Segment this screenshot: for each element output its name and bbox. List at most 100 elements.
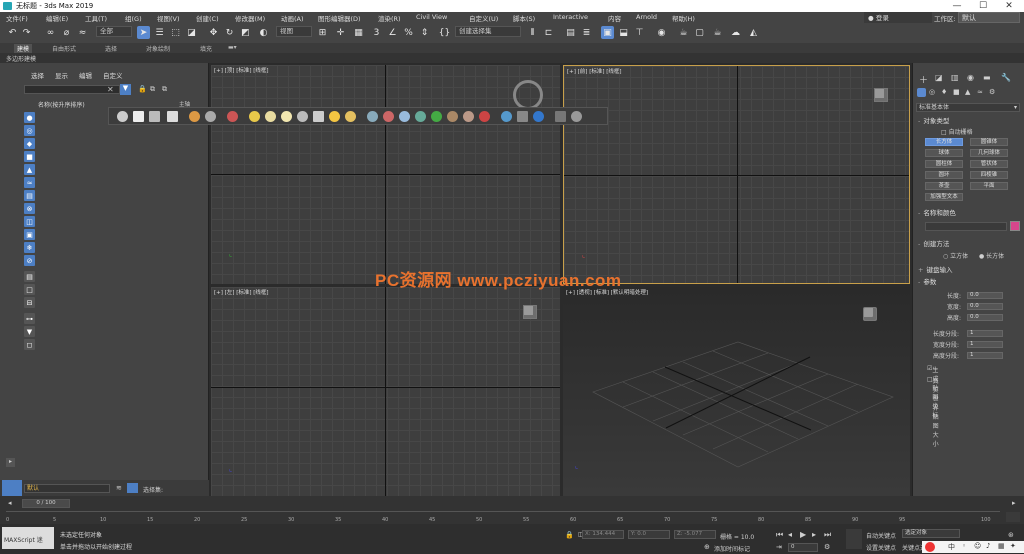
shape-filter-icon[interactable]: ◎	[24, 125, 35, 136]
bone-filter-icon[interactable]: ◫	[24, 216, 35, 227]
layer-stack-icon[interactable]: ≋	[116, 484, 122, 492]
geosphere-button[interactable]: 几何球体	[970, 149, 1008, 157]
x-coordinate[interactable]: X: 134.444	[582, 530, 624, 539]
select-rotate-icon[interactable]: ↻	[223, 26, 236, 39]
ime-keyboard-icon[interactable]: ▦	[998, 542, 1005, 550]
curve-editor-icon[interactable]: ⬓	[617, 26, 630, 39]
time-slider-left-icon[interactable]: ◂	[8, 499, 12, 507]
frame-ruler[interactable]: 0 5 10 15 20 25 30 35 40 45 50 55 60 65 …	[6, 511, 1000, 523]
select-object-icon[interactable]: ➤	[137, 26, 150, 39]
geometry-icon[interactable]	[917, 88, 926, 97]
viewport-front[interactable]: [+] [前] [标准] [线框] ⌞	[563, 65, 910, 284]
spacewarp-filter-icon[interactable]: ≈	[24, 177, 35, 188]
workspace-select[interactable]: 默认	[958, 12, 1020, 23]
viewport-front-label[interactable]: [+] [前] [标准] [线框]	[567, 67, 622, 75]
box-radio[interactable]: ● 长方体	[979, 251, 1004, 260]
height-segs-spinner[interactable]: 1	[967, 352, 1003, 359]
tab-populate[interactable]: 填充	[200, 44, 212, 53]
menu-modifiers[interactable]: 修改器(M)	[235, 13, 265, 23]
direct-light-icon[interactable]	[281, 111, 292, 122]
biped-icon[interactable]	[189, 111, 200, 122]
pyramid-button[interactable]: 四棱锥	[970, 171, 1008, 179]
viewcube-icon[interactable]	[874, 88, 888, 102]
ime-emoji-icon[interactable]: ☺	[974, 542, 981, 550]
tab-modeling[interactable]: 建模	[14, 44, 33, 53]
menu-edit[interactable]: 编辑(E)	[46, 13, 68, 23]
ripple-icon[interactable]	[479, 111, 490, 122]
display-dependents-icon[interactable]: ◻	[24, 339, 35, 350]
scene-menu-display[interactable]: 显示	[55, 70, 68, 80]
login-dropdown[interactable]: ● 登录	[864, 12, 932, 23]
menu-animation[interactable]: 动画(A)	[281, 13, 304, 23]
camera-filter-icon[interactable]: ■	[24, 151, 35, 162]
next-frame-icon[interactable]: ▸	[812, 530, 816, 539]
a360-gallery-icon[interactable]: ◭	[747, 26, 760, 39]
clear-search-icon[interactable]: ✕	[107, 85, 114, 94]
layer-select[interactable]: 默认	[24, 484, 110, 493]
creation-method-rollout[interactable]: - 创建方法	[915, 239, 1021, 249]
y-coordinate[interactable]: Y: 0.0	[628, 530, 670, 539]
menu-civil-view[interactable]: Civil View	[416, 13, 447, 21]
systems-icon[interactable]: ⚙	[989, 88, 995, 96]
text-icon[interactable]	[167, 111, 178, 122]
time-config-icon[interactable]: ⚙	[824, 543, 830, 551]
add-time-tag-icon[interactable]: ⊕	[704, 543, 710, 551]
tab-object-paint[interactable]: 对象绘制	[146, 44, 170, 53]
skylight-icon[interactable]	[297, 111, 308, 122]
width-segs-spinner[interactable]: 1	[967, 341, 1003, 348]
width-spinner[interactable]: 0.0	[967, 303, 1003, 310]
place-icon[interactable]: ◐	[257, 26, 270, 39]
lock-selection-icon[interactable]: 🔒	[565, 531, 574, 539]
auto-key-button[interactable]: 自动关键点	[866, 531, 896, 540]
redo-icon[interactable]: ↷	[20, 26, 33, 39]
menu-arnold[interactable]: Arnold	[636, 13, 657, 21]
lock-icon[interactable]: 🔒	[138, 85, 147, 93]
viewport-left-label[interactable]: [+] [左] [标准] [线框]	[214, 288, 269, 296]
time-slider-right-icon[interactable]: ▸	[1012, 499, 1016, 507]
angle-snap-icon[interactable]: ∠	[386, 26, 399, 39]
close-button[interactable]: ✕	[996, 0, 1022, 12]
wind-icon[interactable]	[415, 111, 426, 122]
edit-named-selection-icon[interactable]: {}	[438, 26, 451, 39]
maxscript-listener[interactable]: MAXScript 迷	[2, 527, 54, 549]
hierarchy-tab-icon[interactable]: ▥	[951, 73, 959, 82]
xref-filter-icon[interactable]: ⊗	[24, 203, 35, 214]
select-move-icon[interactable]: ✥	[207, 26, 220, 39]
tape-helper-icon[interactable]	[555, 111, 566, 122]
wave-icon[interactable]	[383, 111, 394, 122]
menu-tools[interactable]: 工具(T)	[85, 13, 107, 23]
viewport-top-label[interactable]: [+] [顶] [标准] [线框]	[214, 66, 269, 74]
cameras-icon[interactable]: ■	[953, 88, 960, 96]
shapes-icon[interactable]: ◎	[929, 88, 935, 96]
group-filter-icon[interactable]: ▤	[24, 190, 35, 201]
utilities-tab-icon[interactable]: 🔧	[1001, 73, 1011, 82]
rectangular-selection-icon[interactable]: ⬚	[169, 26, 182, 39]
minimize-button[interactable]: —	[944, 0, 970, 12]
menu-help[interactable]: 帮助(H)	[672, 13, 695, 23]
key-mode-icon[interactable]: ⇥	[776, 543, 782, 551]
daylight-icon[interactable]	[345, 111, 356, 122]
mirror-icon[interactable]: ⫴	[526, 26, 539, 39]
geometry-filter-icon[interactable]: ●	[24, 112, 35, 123]
bomb-icon[interactable]	[447, 111, 458, 122]
pivot-center-icon[interactable]: ⊞	[316, 26, 329, 39]
target-light-icon[interactable]	[313, 111, 324, 122]
teapot-icon[interactable]	[117, 111, 128, 122]
object-color-swatch[interactable]	[1010, 221, 1020, 231]
column-name-header[interactable]: 名称(按升序排序)	[38, 100, 85, 109]
expand-arrow-icon[interactable]: ▸	[6, 458, 15, 467]
viewcube-icon[interactable]	[523, 305, 537, 319]
cylinder-button[interactable]: 圆柱体	[925, 160, 963, 168]
torus-button[interactable]: 圆环	[925, 171, 963, 179]
crowd-icon[interactable]	[205, 111, 216, 122]
ime-punct-icon[interactable]: ◦	[962, 542, 966, 550]
selection-filter-select[interactable]: 全部	[96, 26, 132, 37]
bind-spacewarp-icon[interactable]: ≈	[76, 26, 89, 39]
snaps-toggle-icon[interactable]: 3	[370, 26, 383, 39]
frozen-filter-icon[interactable]: ❄	[24, 242, 35, 253]
tab-selection[interactable]: 选择	[105, 44, 117, 53]
maximize-button[interactable]: ☐	[970, 0, 996, 12]
spot-light-icon[interactable]	[265, 111, 276, 122]
height-spinner[interactable]: 0.0	[967, 314, 1003, 321]
sync-selection-icon[interactable]: ⧉	[150, 85, 155, 94]
